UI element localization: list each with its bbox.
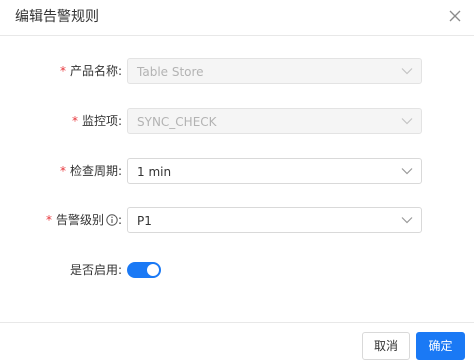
info-circle-icon[interactable]	[106, 212, 118, 232]
toggle-knob	[147, 264, 159, 276]
form-row-check-period: * 检查周期: 1 min	[0, 158, 474, 184]
enabled-toggle[interactable]	[127, 262, 161, 278]
alert-level-label-suffix: :	[117, 213, 122, 227]
check-period-select-value: 1 min	[137, 165, 172, 179]
chevron-down-icon	[401, 168, 413, 175]
check-period-label: * 检查周期:	[60, 161, 122, 181]
monitor-item-select-value: SYNC_CHECK	[137, 115, 217, 129]
form-row-monitor-item: * 监控项: SYNC_CHECK	[0, 108, 474, 134]
dialog-title: 编辑告警规则	[15, 9, 99, 25]
required-mark: *	[71, 114, 78, 128]
monitor-item-label-text: 监控项:	[81, 114, 122, 128]
required-mark: *	[45, 213, 52, 227]
monitor-item-select[interactable]: SYNC_CHECK	[127, 108, 422, 134]
edit-alert-rule-dialog: 编辑告警规则 * 产品名称: Table Store * 监控项: SYNC_CHE…	[0, 0, 474, 361]
dialog-header: 编辑告警规则	[0, 0, 474, 36]
chevron-down-icon	[401, 68, 413, 75]
product-select-value: Table Store	[137, 65, 204, 79]
chevron-down-icon	[401, 118, 413, 125]
monitor-item-label: * 监控项:	[72, 111, 122, 131]
form-row-product: * 产品名称: Table Store	[0, 58, 474, 84]
alert-level-select[interactable]: P1	[127, 207, 422, 233]
check-period-label-text: 检查周期:	[69, 164, 122, 178]
close-icon	[449, 10, 461, 22]
alert-level-select-value: P1	[137, 214, 152, 228]
close-button[interactable]	[446, 7, 464, 25]
product-label-text: 产品名称:	[69, 64, 122, 78]
dialog-footer: 取消 确定	[0, 322, 474, 361]
required-mark: *	[59, 64, 66, 78]
form-row-enabled: 是否启用:	[0, 257, 474, 283]
confirm-button[interactable]: 确定	[416, 332, 465, 360]
alert-level-label: * 告警级别 :	[46, 210, 122, 232]
check-period-select[interactable]: 1 min	[127, 158, 422, 184]
required-mark: *	[59, 164, 66, 178]
cancel-button[interactable]: 取消	[362, 332, 410, 360]
enabled-label: 是否启用:	[69, 263, 122, 277]
alert-level-label-text: 告警级别	[55, 213, 104, 227]
product-label: * 产品名称:	[60, 61, 122, 81]
form-row-alert-level: * 告警级别 : P1	[0, 207, 474, 233]
product-select[interactable]: Table Store	[127, 58, 422, 84]
chevron-down-icon	[401, 217, 413, 224]
